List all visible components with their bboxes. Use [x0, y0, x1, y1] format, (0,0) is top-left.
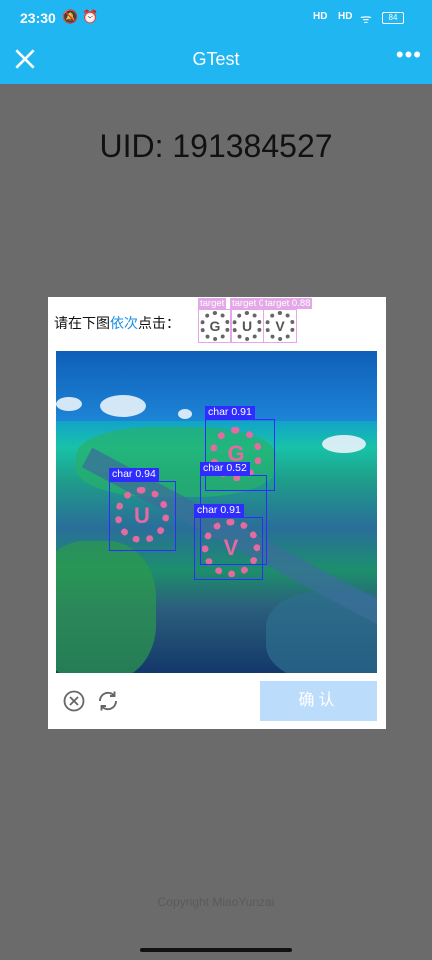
status-bar: 23:30 🔕 ⏰ HD HD ᯤ 84 — [0, 0, 432, 36]
battery-icon: 84 — [382, 12, 404, 24]
close-circle-icon[interactable] — [62, 689, 86, 713]
cloud — [322, 435, 366, 453]
detection-label: char 0.52 — [200, 462, 250, 475]
target-char-3: target 0.88 V — [263, 298, 313, 343]
app-bar: GTest ••• — [0, 36, 432, 84]
home-indicator[interactable] — [140, 948, 292, 952]
cloud — [178, 409, 192, 419]
prompt-prefix: 请在下图 — [54, 315, 110, 331]
app-title: GTest — [192, 49, 240, 69]
target-glyph: G — [200, 311, 230, 341]
confirm-button[interactable]: 确认 — [260, 681, 377, 721]
mute-bell-icon: 🔕 — [62, 9, 79, 24]
captcha-prompt: 请在下图依次点击： — [54, 313, 180, 333]
target-char-1: target G — [198, 298, 232, 343]
signal-icon: HD — [313, 11, 328, 22]
land-area — [56, 541, 156, 673]
captcha-dialog: 请在下图依次点击： target G target 0.86 U target … — [48, 297, 386, 729]
cloud — [56, 397, 82, 411]
uid-text: UID: 191384527 — [99, 128, 333, 164]
alarm-icon: ⏰ — [82, 9, 99, 24]
copyright-text: Copyright MiaoYunzai — [157, 895, 275, 909]
target-char-2: target 0.86 U — [230, 298, 280, 343]
refresh-icon[interactable] — [96, 689, 120, 713]
detection-label: char 0.94 — [109, 468, 159, 481]
cloud — [100, 395, 146, 417]
status-time: 23:30 — [20, 10, 56, 26]
wifi-icon: ᯤ — [360, 11, 372, 26]
signal-icon-2: HD — [338, 11, 353, 22]
more-options-icon[interactable]: ••• — [396, 42, 422, 68]
target-label: target — [198, 298, 227, 309]
captcha-image[interactable]: G U V char 0.91 char 0.52 char 0.94 char… — [56, 351, 377, 673]
target-label: target 0.88 — [263, 298, 313, 309]
detection-label: char 0.91 — [194, 504, 244, 517]
prompt-suffix: 点击： — [138, 315, 180, 331]
detection-box: char 0.94 — [109, 468, 176, 551]
detection-label: char 0.91 — [205, 406, 255, 419]
prompt-highlight: 依次 — [110, 315, 138, 331]
captcha-footer: 确认 — [48, 681, 386, 721]
target-glyph: U — [232, 311, 262, 341]
target-glyph: V — [265, 311, 295, 341]
detection-box: char 0.91 — [194, 504, 263, 580]
